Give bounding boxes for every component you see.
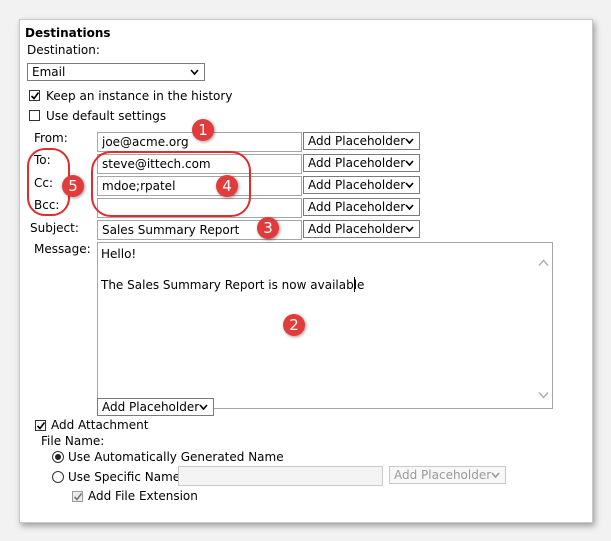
to-placeholder-select[interactable]: Add Placeholder [303, 154, 420, 172]
checkmark-icon [30, 92, 40, 100]
specific-placeholder-label: Add Placeholder [394, 468, 492, 482]
chevron-down-icon [491, 472, 500, 479]
text-caret [354, 277, 355, 292]
message-placeholder-label: Add Placeholder [102, 400, 200, 414]
add-attachment-label: Add Attachment [51, 418, 149, 432]
chevron-down-icon [199, 404, 208, 411]
section-title: Destinations [25, 26, 111, 40]
auto-name-label: Use Automatically Generated Name [68, 450, 284, 464]
auto-name-radio[interactable] [52, 451, 64, 463]
cc-placeholder-label: Add Placeholder [308, 178, 406, 192]
specific-name-label: Use Specific Name [68, 470, 181, 484]
subject-label: Subject: [30, 221, 79, 235]
from-placeholder-select[interactable]: Add Placeholder [303, 132, 420, 150]
from-label: From: [34, 131, 68, 145]
specific-name-field[interactable] [178, 466, 383, 486]
scroll-up-icon[interactable] [538, 259, 549, 267]
destination-select[interactable]: Email [27, 63, 205, 81]
bcc-placeholder-label: Add Placeholder [308, 200, 406, 214]
message-line-2: The Sales Summary Report is now availabl… [101, 278, 365, 292]
annotation-badge-1: 1 [192, 119, 214, 141]
file-name-label: File Name: [41, 434, 105, 448]
scroll-down-icon[interactable] [538, 391, 549, 399]
from-placeholder-label: Add Placeholder [308, 134, 406, 148]
annotation-badge-2: 2 [283, 314, 305, 336]
radio-selected-dot [55, 454, 61, 460]
annotation-badge-3: 3 [257, 217, 279, 239]
chevron-down-icon [405, 160, 414, 167]
annotation-badge-5: 5 [62, 175, 84, 197]
cc-placeholder-select[interactable]: Add Placeholder [303, 176, 420, 194]
destinations-panel: Destinations Destination: Email Keep an … [19, 19, 593, 523]
chevron-down-icon [190, 69, 199, 76]
use-default-label: Use default settings [46, 109, 167, 123]
checkmark-icon [36, 422, 46, 430]
checkmark-icon [73, 493, 83, 501]
keep-instance-checkbox[interactable] [29, 90, 40, 101]
chevron-down-icon [405, 182, 414, 189]
add-extension-label: Add File Extension [88, 489, 198, 503]
subject-value: Sales Summary Report [102, 223, 240, 237]
subject-placeholder-select[interactable]: Add Placeholder [303, 220, 420, 238]
message-label: Message: [34, 242, 91, 256]
message-line-1: Hello! [101, 247, 137, 261]
chevron-down-icon [405, 204, 414, 211]
use-default-checkbox[interactable] [29, 110, 40, 121]
add-attachment-checkbox[interactable] [35, 420, 46, 431]
bcc-placeholder-select[interactable]: Add Placeholder [303, 198, 420, 216]
to-placeholder-label: Add Placeholder [308, 156, 406, 170]
subject-placeholder-label: Add Placeholder [308, 222, 406, 236]
message-textarea[interactable]: Hello! The Sales Summary Report is now a… [97, 242, 553, 409]
annotation-badge-4: 4 [216, 175, 238, 197]
keep-instance-label: Keep an instance in the history [46, 89, 233, 103]
chevron-down-icon [405, 138, 414, 145]
destination-label: Destination: [27, 43, 100, 57]
specific-placeholder-select[interactable]: Add Placeholder [389, 466, 506, 484]
add-extension-checkbox[interactable] [72, 491, 83, 502]
message-placeholder-select[interactable]: Add Placeholder [97, 398, 214, 416]
specific-name-radio[interactable] [52, 471, 64, 483]
chevron-down-icon [405, 226, 414, 233]
from-value: joe@acme.org [102, 135, 189, 149]
destination-value: Email [32, 65, 66, 79]
